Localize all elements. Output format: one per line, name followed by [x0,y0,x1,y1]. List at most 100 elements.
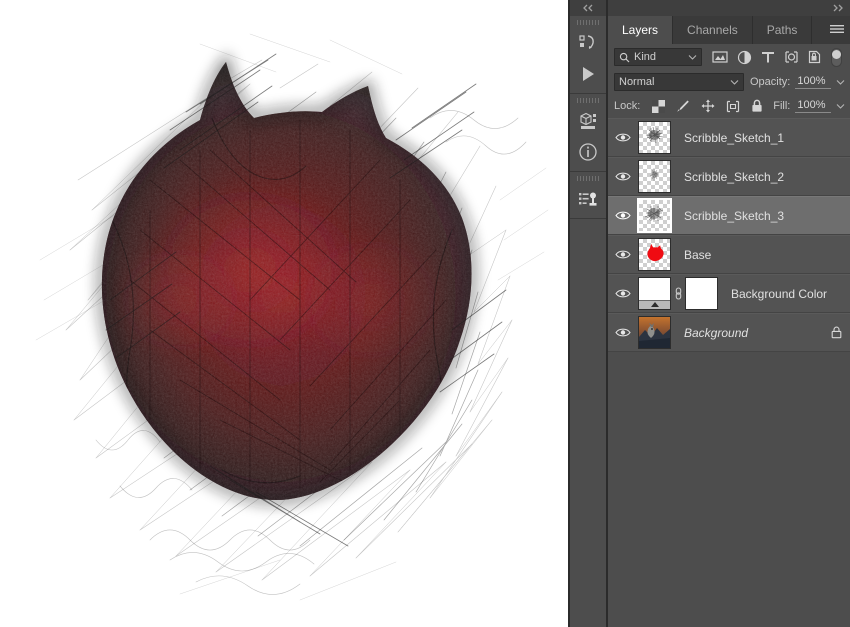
chevron-down-icon [730,80,739,85]
table-row[interactable]: Background [608,313,850,352]
rail-button-3d[interactable] [570,105,606,136]
3d-cube-icon [580,112,596,129]
smart-object-filter-icon[interactable] [808,50,821,64]
tab-channels-label: Channels [687,23,738,37]
layer-visibility-toggle[interactable] [608,171,638,182]
rail-button-history[interactable] [570,27,606,58]
panel-tab-bar: Layers Channels Paths [608,16,850,44]
layer-visibility-toggle[interactable] [608,132,638,143]
blend-mode-value: Normal [619,76,655,88]
rail-collapse-button[interactable] [570,0,606,16]
lock-transparency-icon[interactable] [652,99,666,113]
eye-icon [615,250,631,259]
layer-thumbnail-cell[interactable] [638,160,671,193]
eye-icon [615,289,631,298]
layer-type-filter-group [712,50,821,65]
rail-button-actions[interactable] [570,58,606,89]
layers-list: Scribble_Sketch_1 Scribble_Sketch_2 Scri… [608,118,850,627]
type-layer-filter-icon[interactable] [761,50,775,64]
eye-icon [615,211,631,220]
layer-mask-thumbnail [685,277,718,310]
photoshop-window: Layers Channels Paths Kind Normal Opacit… [0,0,850,627]
layer-thumbnail [637,198,672,233]
opacity-control: Opacity: 100% [750,75,845,89]
rail-button-clone-source[interactable] [570,183,606,214]
table-row[interactable]: Scribble_Sketch_3 [608,196,850,235]
tab-paths[interactable]: Paths [753,16,813,44]
shape-layer-filter-icon[interactable] [784,50,799,64]
layer-visibility-toggle[interactable] [608,288,638,299]
rail-group-3d-info [570,94,606,172]
lock-position-move-icon[interactable] [701,99,715,113]
tab-bar-spacer [812,16,823,44]
adjustment-layer-filter-icon[interactable] [737,50,752,65]
opacity-dropdown-button[interactable] [836,79,845,85]
layer-name: Scribble_Sketch_1 [684,130,785,145]
blend-mode-select[interactable]: Normal [614,73,744,91]
magnifier-icon [619,52,630,62]
fill-value-input[interactable]: 100% [795,99,832,113]
opacity-value-input[interactable]: 100% [795,75,832,89]
filter-toggle-switch[interactable] [831,47,842,67]
mask-link-button[interactable] [671,286,685,301]
layer-mask-thumbnail-cell[interactable] [685,277,718,310]
blend-mode-row: Normal Opacity: 100% [608,70,850,94]
panel-menu-button[interactable] [823,16,850,44]
history-icon [579,34,594,49]
table-row[interactable]: Background Color [608,274,850,313]
tab-channels[interactable]: Channels [673,16,753,44]
tab-paths-label: Paths [766,23,798,37]
layer-visibility-toggle[interactable] [608,249,638,260]
rail-button-info[interactable] [570,136,606,167]
thumbnail-art [645,126,664,144]
layer-visibility-toggle[interactable] [608,210,638,221]
layer-thumbnail-cell[interactable] [637,198,672,233]
rail-group-clone-source [570,172,606,219]
fill-label: Fill: [773,100,791,112]
layer-lock-indicator [821,326,850,339]
layer-visibility-toggle[interactable] [608,327,638,338]
panel-grip[interactable] [570,172,606,183]
layers-panel: Layers Channels Paths Kind Normal Opacit… [608,0,850,627]
chevron-down-icon [836,80,845,85]
lock-artboard-icon[interactable] [726,100,740,113]
lock-image-brush-icon[interactable] [676,99,690,113]
eye-icon [615,172,631,181]
table-row[interactable]: Scribble_Sketch_1 [608,118,850,157]
table-row[interactable]: Base [608,235,850,274]
canvas-area[interactable] [0,0,568,627]
link-chain-icon [675,287,681,300]
layer-name: Scribble_Sketch_2 [684,169,785,184]
layer-thumbnail-cell[interactable] [638,238,671,271]
layer-name: Background Color [731,286,828,301]
fill-dropdown-button[interactable] [836,103,845,109]
layer-fill-thumbnail-cell[interactable] [638,277,671,310]
rail-group-history-actions [570,16,606,94]
layer-thumbnail [638,238,671,271]
fill-slider-indicator [639,300,670,309]
eye-icon [615,133,631,142]
tab-layers-label: Layers [622,23,659,37]
lock-row: Lock: Fill: 100% [608,94,850,118]
filter-kind-select[interactable]: Kind [614,48,702,66]
panel-grip[interactable] [570,16,606,27]
pixel-layer-filter-icon[interactable] [712,50,728,64]
clone-source-icon [579,192,597,206]
panel-grip[interactable] [570,94,606,105]
thumbnail-art [644,205,664,222]
chevron-double-left-icon [583,4,593,12]
info-circle-icon [579,142,597,161]
panel-expand-button[interactable] [831,4,845,12]
tab-layers[interactable]: Layers [608,16,674,44]
table-row[interactable]: Scribble_Sketch_2 [608,157,850,196]
lock-all-padlock-icon[interactable] [751,99,763,113]
layer-name: Base [684,247,712,262]
layer-thumbnail-cell[interactable] [638,316,671,349]
layer-thumbnail-cell[interactable] [638,121,671,154]
lock-button-group [652,99,763,113]
thumbnail-photo [639,317,670,348]
layer-filter-row: Kind [608,44,850,70]
chevron-down-icon [836,104,845,109]
thumbnail-art [649,168,660,181]
layer-thumbnail [638,160,671,193]
